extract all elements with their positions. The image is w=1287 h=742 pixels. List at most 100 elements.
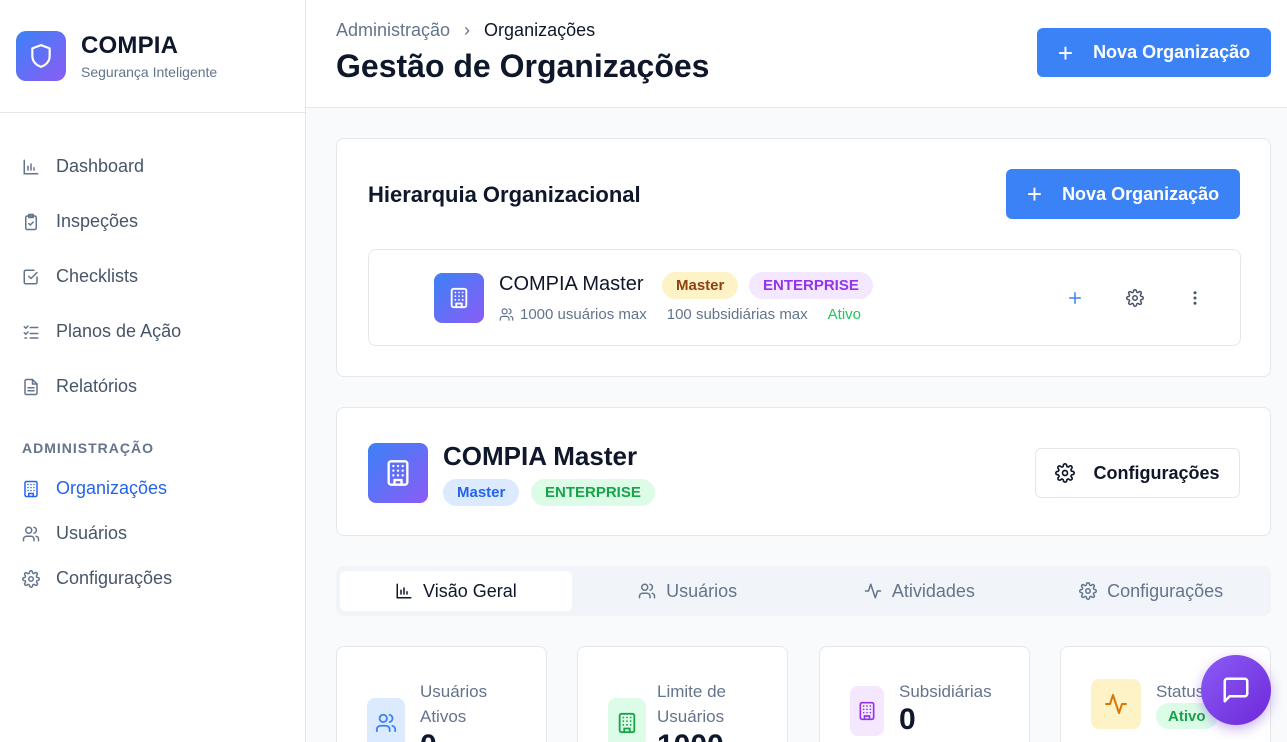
sidebar-item-label: Dashboard	[56, 156, 145, 176]
stat-card-subsidiaries: Subsidiárias 0	[819, 646, 1030, 742]
sidebar-item-label: Relatórios	[56, 376, 138, 396]
stat-label: Status	[1156, 682, 1205, 701]
gear-icon	[1055, 463, 1076, 483]
sidebar-item-dashboard[interactable]: Dashboard	[0, 139, 305, 194]
plus-icon: +	[1057, 37, 1074, 68]
stat-label-line: Usuários	[420, 682, 488, 701]
building-icon	[608, 698, 646, 742]
hierarchy-title: Hierarquia Organizacional	[368, 182, 641, 207]
stat-label-line: Limite de	[657, 682, 726, 701]
org-status: Ativo	[827, 306, 862, 323]
shield-icon	[16, 31, 66, 81]
breadcrumb-item-current: Organizações	[484, 20, 596, 40]
more-options-button[interactable]	[1183, 286, 1207, 310]
breadcrumb-item-admin[interactable]: Administração	[336, 20, 450, 41]
users-icon	[638, 583, 656, 599]
sidebar-item-organizacoes[interactable]: Organizações	[0, 466, 305, 511]
stat-label: Subsidiárias	[899, 682, 992, 701]
sidebar-item-label: Organizações	[56, 478, 168, 498]
sidebar: COMPIA Segurança Inteligente Dashboard I…	[0, 0, 306, 742]
stat-card-user-limit: Limite de Usuários 1000	[577, 646, 788, 742]
breadcrumb: Administração › Organizações	[336, 20, 595, 41]
org-detail-name: COMPIA Master	[443, 441, 638, 471]
sidebar-item-label: Usuários	[56, 523, 128, 543]
sidebar-nav: Dashboard Inspeções Checklists Planos de…	[0, 113, 305, 601]
message-square-icon	[1223, 677, 1249, 703]
detail-tabs: Visão Geral Usuários Atividades Configur…	[336, 566, 1271, 616]
list-check-icon	[23, 324, 39, 339]
org-plan-badge: ENTERPRISE	[531, 479, 655, 506]
brand-name: COMPIA	[81, 32, 179, 59]
stat-label: Usuários Ativos	[420, 679, 487, 729]
org-settings-button[interactable]	[1123, 286, 1147, 310]
sidebar-item-planos[interactable]: Planos de Ação	[0, 304, 305, 359]
add-suborg-button[interactable]	[1063, 286, 1087, 310]
sidebar-item-checklists[interactable]: Checklists	[0, 249, 305, 304]
tab-configuracoes[interactable]: Configurações	[1035, 571, 1267, 611]
org-name: COMPIA Master	[499, 273, 644, 295]
chevron-right-icon: ›	[464, 20, 471, 40]
check-square-icon	[23, 269, 38, 284]
page-header: Administração › Organizações Gestão de O…	[306, 0, 1287, 108]
bar-chart-icon	[396, 583, 412, 599]
plus-icon: +	[1026, 179, 1043, 209]
button-label: Nova Organização	[1093, 42, 1251, 62]
clipboard-check-icon	[25, 213, 37, 230]
gear-icon	[1126, 289, 1144, 307]
sidebar-item-usuarios[interactable]: Usuários	[0, 511, 305, 556]
building-icon	[850, 686, 884, 736]
new-organization-button[interactable]: + Nova Organização	[1037, 28, 1271, 77]
sidebar-item-label: Checklists	[56, 266, 139, 286]
chat-button[interactable]	[1201, 655, 1271, 725]
org-detail-card: COMPIA Master Master ENTERPRISE Configur…	[336, 407, 1271, 536]
tab-label: Atividades	[891, 580, 975, 601]
plus-icon	[1069, 292, 1081, 304]
stat-value: 0	[420, 729, 437, 742]
tab-label: Configurações	[1107, 580, 1224, 601]
tab-label: Visão Geral	[423, 580, 517, 601]
bar-chart-icon	[23, 159, 39, 174]
building-icon	[434, 273, 484, 323]
stat-label-line: Usuários	[657, 707, 725, 726]
stat-label: Limite de Usuários	[657, 679, 726, 729]
stat-value: 0	[899, 703, 916, 736]
more-vertical-icon	[1193, 291, 1197, 305]
tab-atividades[interactable]: Atividades	[804, 571, 1036, 611]
org-type-badge: Master	[443, 479, 520, 506]
org-type-badge: Master	[662, 272, 739, 299]
activity-icon	[1091, 679, 1141, 729]
stat-label-line: Ativos	[420, 707, 467, 726]
settings-button[interactable]: Configurações	[1035, 448, 1240, 498]
button-label: Configurações	[1093, 462, 1220, 483]
sidebar-item-relatorios[interactable]: Relatórios	[0, 359, 305, 414]
tab-usuarios[interactable]: Usuários	[572, 571, 804, 611]
org-subs-max: 100 subsidiárias max	[666, 306, 808, 323]
building-icon	[24, 480, 38, 497]
tab-label: Usuários	[666, 580, 738, 601]
brand[interactable]: COMPIA Segurança Inteligente	[0, 0, 305, 113]
org-users-max: 1000 usuários max	[520, 306, 647, 323]
users-icon	[367, 698, 405, 742]
stat-card-active-users: Usuários Ativos 0	[336, 646, 547, 742]
file-text-icon	[24, 378, 38, 395]
users-icon	[22, 526, 40, 541]
page-title: Gestão de Organizações	[336, 48, 710, 84]
hierarchy-new-organization-button[interactable]: + Nova Organização	[1006, 169, 1240, 219]
sidebar-item-inspecoes[interactable]: Inspeções	[0, 194, 305, 249]
org-meta: 1000 usuários max 100 subsidiárias max A…	[499, 306, 861, 323]
gear-icon	[1079, 582, 1098, 600]
activity-icon	[864, 583, 882, 599]
admin-section-title: ADMINISTRAÇÃO	[22, 440, 154, 456]
users-icon	[499, 308, 514, 321]
sidebar-item-label: Configurações	[56, 568, 173, 588]
org-tree-row[interactable]: COMPIA Master Master ENTERPRISE 1000 usu…	[368, 249, 1241, 346]
button-label: Nova Organização	[1062, 183, 1220, 204]
hierarchy-card: Hierarquia Organizacional + Nova Organiz…	[336, 138, 1271, 377]
sidebar-item-configuracoes[interactable]: Configurações	[0, 556, 305, 601]
sidebar-item-label: Inspeções	[56, 211, 139, 231]
building-icon	[368, 443, 428, 503]
tab-visao-geral[interactable]: Visão Geral	[340, 571, 572, 611]
org-plan-badge: ENTERPRISE	[749, 272, 873, 299]
gear-icon	[22, 569, 40, 588]
stat-value: 1000	[657, 729, 724, 742]
